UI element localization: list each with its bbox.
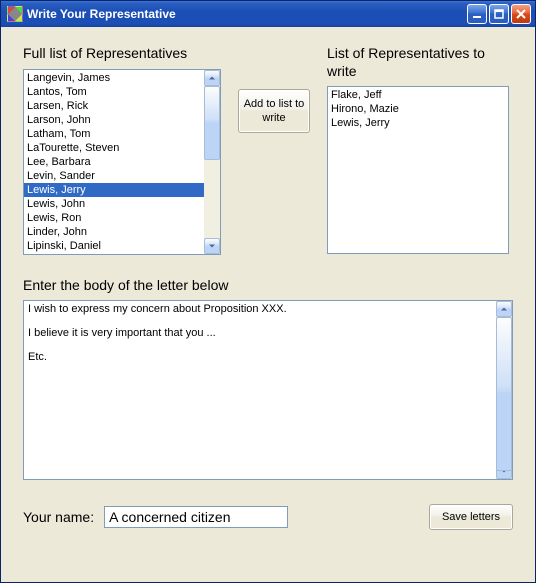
list-item[interactable]: Lewis, Ron (24, 211, 204, 225)
list-item[interactable]: Latham, Tom (24, 127, 204, 141)
list-item[interactable]: Larsen, Rick (24, 99, 204, 113)
titlebar: Write Your Representative (1, 1, 535, 27)
list-item[interactable]: Hirono, Mazie (328, 102, 508, 116)
scroll-down-button[interactable] (204, 238, 220, 254)
your-name-label: Your name: (23, 509, 94, 525)
letter-body-textarea[interactable]: I wish to express my concern about Propo… (23, 300, 513, 480)
letter-body-section: Enter the body of the letter below I wis… (23, 277, 513, 481)
scroll-up-button[interactable] (204, 70, 220, 86)
window-buttons (467, 4, 531, 24)
scroll-thumb[interactable] (204, 86, 220, 160)
list-item[interactable]: Linder, John (24, 225, 204, 239)
your-name-input[interactable] (104, 506, 288, 528)
write-list-listbox[interactable]: Flake, JeffHirono, MazieLewis, Jerry (327, 86, 509, 254)
list-item[interactable]: Lewis, John (24, 197, 204, 211)
scroll-track[interactable] (496, 317, 512, 463)
letter-body-label: Enter the body of the letter below (23, 277, 513, 295)
list-item[interactable]: Lipinski, Daniel (24, 239, 204, 253)
close-button[interactable] (511, 4, 531, 24)
list-item[interactable]: LaTourette, Steven (24, 141, 204, 155)
write-list-section: List of Representatives to write Flake, … (327, 45, 509, 254)
minimize-button[interactable] (467, 4, 487, 24)
app-icon (7, 6, 23, 22)
list-item[interactable]: Flake, Jeff (328, 88, 508, 102)
add-to-list-button[interactable]: Add to list to write (238, 89, 310, 133)
save-letters-button[interactable]: Save letters (429, 504, 513, 530)
scroll-up-button[interactable] (496, 301, 512, 317)
full-list-listbox[interactable]: Langevin, JamesLantos, TomLarsen, RickLa… (23, 69, 221, 255)
top-row: Full list of Representatives Langevin, J… (23, 45, 513, 255)
list-item[interactable]: Lantos, Tom (24, 85, 204, 99)
list-item[interactable]: Lewis, Jerry (24, 183, 204, 197)
list-item[interactable]: Lee, Barbara (24, 155, 204, 169)
maximize-button[interactable] (489, 4, 509, 24)
list-item[interactable]: Lewis, Jerry (328, 116, 508, 130)
list-item[interactable]: Levin, Sander (24, 169, 204, 183)
window-title: Write Your Representative (27, 7, 467, 21)
list-item[interactable]: Larson, John (24, 113, 204, 127)
full-list-section: Full list of Representatives Langevin, J… (23, 45, 221, 255)
scroll-thumb[interactable] (496, 317, 512, 471)
add-button-area: Add to list to write (235, 45, 313, 133)
bottom-row: Your name: Save letters (23, 504, 513, 530)
letter-body-content[interactable]: I wish to express my concern about Propo… (24, 301, 496, 479)
app-window: Write Your Representative Full list of R… (0, 0, 536, 583)
list-item[interactable]: Langevin, James (24, 71, 204, 85)
full-list-scrollbar[interactable] (204, 70, 220, 254)
write-list-label: List of Representatives to write (327, 45, 509, 80)
full-list-label: Full list of Representatives (23, 45, 221, 63)
textarea-scrollbar[interactable] (496, 301, 512, 479)
scroll-track[interactable] (204, 86, 220, 238)
client-area: Full list of Representatives Langevin, J… (1, 27, 535, 582)
